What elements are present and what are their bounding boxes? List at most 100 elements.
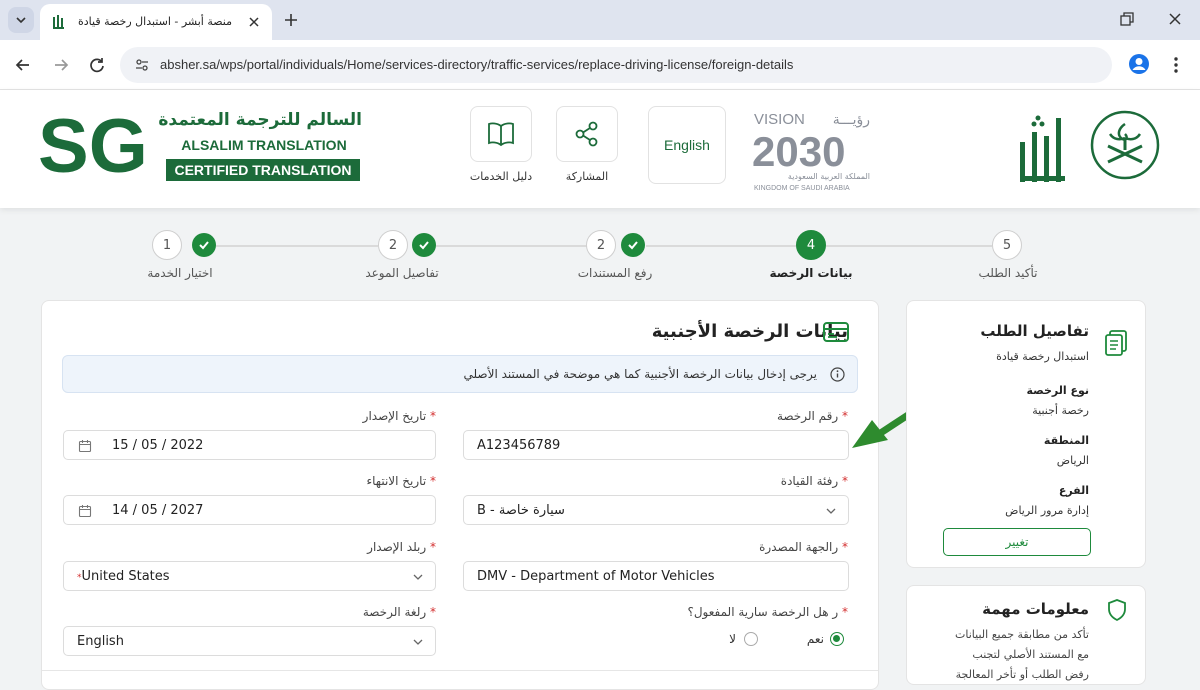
validity-radio-group: نعم لا	[702, 632, 852, 648]
expiry-date-label-text: تاريخ الانتهاء	[366, 474, 427, 488]
services-guide-button[interactable]	[470, 106, 532, 162]
step-4-label: بيانات الرخصة	[769, 266, 853, 280]
svg-text:المملكة العربية السعودية: المملكة العربية السعودية	[788, 172, 870, 181]
branch-key: الفرع	[1058, 484, 1089, 497]
share-label: المشاركة	[565, 170, 609, 183]
validity-no-radio[interactable]	[744, 632, 758, 646]
translation-certified: CERTIFIED TRANSLATION	[166, 159, 360, 181]
expiry-date-input[interactable]: 14 / 05 / 2027	[63, 495, 436, 525]
issue-date-value: 15 / 05 / 2022	[112, 438, 204, 453]
form-divider	[42, 670, 878, 671]
note-line: تأكد من مطابقة جميع البيانات	[955, 628, 1089, 641]
address-bar-row: absher.sa/wps/portal/individuals/Home/se…	[0, 40, 1200, 90]
book-icon	[488, 122, 514, 147]
tab-list-button[interactable]	[8, 7, 34, 33]
issuing-authority-input[interactable]: DMV - Department of Motor Vehicles	[463, 561, 849, 591]
site-info-icon[interactable]	[134, 57, 150, 73]
issue-country-text: United States	[81, 569, 170, 584]
issuing-authority-label-text: رالجهة المصدرة	[759, 540, 839, 554]
reload-icon[interactable]	[87, 55, 107, 75]
validity-no-label: لا	[729, 632, 736, 646]
absher-favicon-icon	[53, 15, 64, 29]
svg-text:رؤيـــة: رؤيـــة	[833, 112, 870, 128]
calendar-icon[interactable]	[78, 439, 92, 453]
change-button[interactable]: تغيير	[943, 528, 1091, 556]
request-details-panel: تفاصيل الطلب استبدال رخصة قيادة نوع الرخ…	[906, 300, 1146, 568]
shield-icon	[1108, 599, 1126, 621]
license-number-value: A123456789	[477, 438, 561, 453]
issue-country-label: * ربلد الإصدار	[367, 540, 436, 554]
license-class-select[interactable]: سيارة خاصة - B	[463, 495, 849, 525]
document-list-icon	[1105, 330, 1127, 356]
site-header: SG السالم للترجمة المعتمدة ALSALIM TRANS…	[0, 90, 1200, 208]
issue-date-label: * تاريخ الإصدار	[363, 409, 436, 423]
step-5-label: تأكيد الطلب	[978, 266, 1038, 280]
share-icon	[575, 121, 598, 147]
step-3-label: رفع المستندات	[577, 266, 653, 280]
step-3-number: 2	[586, 230, 616, 260]
check-icon	[199, 241, 209, 250]
license-language-label: * رلغة الرخصة	[363, 605, 436, 619]
chevron-down-icon	[413, 639, 423, 645]
share-button[interactable]	[556, 106, 618, 162]
info-text: يرجى إدخال بيانات الرخصة الأجنبية كما هي…	[463, 367, 817, 381]
step-connector	[646, 245, 798, 247]
required-mark: *	[430, 605, 436, 619]
license-number-input[interactable]: A123456789	[463, 430, 849, 460]
step-connector	[436, 245, 588, 247]
license-type-value: رخصة أجنبية	[1032, 404, 1089, 417]
expiry-date-value: 14 / 05 / 2027	[112, 503, 204, 518]
profile-avatar-icon[interactable]	[1128, 53, 1150, 75]
info-banner: يرجى إدخال بيانات الرخصة الأجنبية كما هي…	[62, 355, 858, 393]
validity-question-text: ر هل الرخصة سارية المفعول؟	[687, 605, 839, 619]
license-card-icon	[823, 322, 849, 342]
menu-dots-icon[interactable]	[1166, 55, 1186, 75]
step-2-number: 2	[378, 230, 408, 260]
sg-logo: SG	[38, 108, 148, 180]
svg-text:SG: SG	[38, 108, 148, 180]
issue-country-label-text: ربلد الإصدار	[367, 540, 427, 554]
close-icon[interactable]	[246, 14, 262, 30]
new-tab-icon[interactable]	[282, 11, 300, 29]
license-class-label: * رفئة القيادة	[781, 474, 848, 488]
progress-stepper: 1 اختيار الخدمة 2 تفاصيل الموعد 2 رفع ال…	[0, 208, 1200, 298]
chevron-down-icon	[16, 17, 26, 24]
back-icon[interactable]	[13, 55, 33, 75]
url-field[interactable]: absher.sa/wps/portal/individuals/Home/se…	[120, 47, 1112, 83]
check-icon	[628, 241, 638, 250]
license-language-select[interactable]: English	[63, 626, 436, 656]
forward-icon[interactable]	[51, 55, 71, 75]
form-title: بيانات الرخصة الأجنبية	[651, 321, 848, 342]
restore-window-icon[interactable]	[1118, 10, 1136, 28]
validity-yes-radio[interactable]	[830, 632, 844, 646]
services-guide-label: دليل الخدمات	[469, 170, 533, 183]
calendar-icon[interactable]	[78, 504, 92, 518]
step-1-number: 1	[152, 230, 182, 260]
foreign-license-form: بيانات الرخصة الأجنبية يرجى إدخال بيانات…	[41, 300, 879, 690]
branch-value: إدارة مرور الرياض	[1005, 504, 1089, 517]
chevron-down-icon	[413, 574, 423, 580]
issue-country-select[interactable]: *United States	[63, 561, 436, 591]
issue-date-input[interactable]: 15 / 05 / 2022	[63, 430, 436, 460]
language-button[interactable]: English	[648, 106, 726, 184]
notes-title: معلومات مهمة	[982, 600, 1089, 618]
region-value: الرياض	[1056, 454, 1089, 467]
required-mark: *	[842, 474, 848, 488]
close-window-icon[interactable]	[1166, 10, 1184, 28]
required-mark: *	[430, 540, 436, 554]
validity-question-label: * ر هل الرخصة سارية المفعول؟	[687, 605, 848, 619]
license-type-key: نوع الرخصة	[1026, 384, 1089, 397]
browser-tab-strip: منصة أبشر - استبدال رخصة قيادة	[0, 0, 1200, 40]
license-class-value: سيارة خاصة - B	[477, 503, 565, 518]
browser-tab[interactable]: منصة أبشر - استبدال رخصة قيادة	[40, 4, 272, 40]
license-language-label-text: رلغة الرخصة	[362, 605, 427, 619]
step-connector	[826, 245, 992, 247]
svg-text:VISION: VISION	[754, 111, 805, 128]
service-name: استبدال رخصة قيادة	[996, 350, 1089, 363]
tab-title: منصة أبشر - استبدال رخصة قيادة	[78, 15, 232, 28]
required-mark: *	[842, 540, 848, 554]
step-4-number: 4	[796, 230, 826, 260]
license-number-label-text: رقم الرخصة	[776, 409, 839, 423]
step-1-label: اختيار الخدمة	[147, 266, 213, 280]
expiry-date-label: * تاريخ الانتهاء	[367, 474, 437, 488]
